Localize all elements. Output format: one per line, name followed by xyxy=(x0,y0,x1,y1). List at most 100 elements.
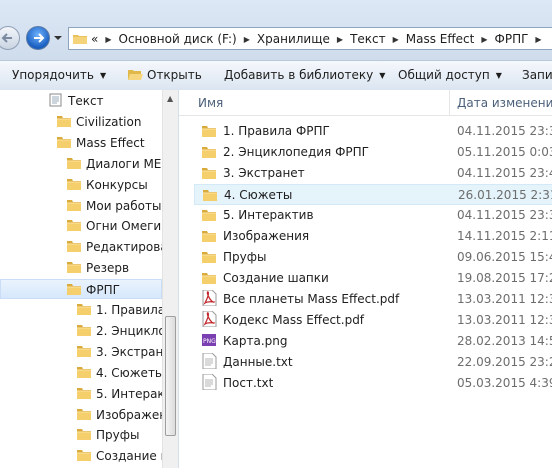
file-row[interactable]: 4. Сюжеты 26.01.2015 2:31 xyxy=(194,184,552,205)
open-button[interactable]: Открыть xyxy=(128,68,202,82)
nav-tree-item[interactable]: Изображени xyxy=(76,405,175,425)
folder-icon xyxy=(76,344,91,357)
nav-tree-item[interactable]: Пруфы xyxy=(76,425,139,445)
file-name-cell: 2. Энциклопедия ФРПГ xyxy=(201,142,369,163)
dropdown-arrow-icon: ▼ xyxy=(495,71,502,80)
folder-icon xyxy=(66,260,81,274)
breadcrumb-item[interactable]: Хранилище xyxy=(257,32,330,46)
file-row[interactable]: Пруфы 09.06.2015 15:40 xyxy=(195,247,552,268)
dropdown-arrow-icon: ▼ xyxy=(379,71,386,80)
back-button[interactable] xyxy=(0,26,20,50)
address-bar[interactable]: « ▶ Основной диск (F:) ▶ Хранилище ▶ Текст ▶ Mas… xyxy=(68,27,552,50)
png-icon: PNG xyxy=(201,332,217,346)
file-date: 22.09.2015 23:24 xyxy=(457,355,552,369)
nav-tree-item[interactable]: Диалоги ME1 xyxy=(66,154,169,174)
file-date: 19.08.2015 17:26 xyxy=(457,271,552,285)
back-arrow-icon xyxy=(1,33,12,43)
folder-icon xyxy=(56,114,71,127)
nav-scrollbar[interactable]: ▲ xyxy=(162,90,178,468)
dropdown-arrow-icon: ▼ xyxy=(99,71,107,80)
file-name-cell: Изображения xyxy=(201,226,309,247)
breadcrumb-separator-icon[interactable]: ▶ xyxy=(535,35,541,44)
nav-tree-item[interactable]: Резерв xyxy=(66,258,129,278)
breadcrumb-separator-icon[interactable]: ▶ xyxy=(337,35,343,44)
column-name-header[interactable]: Имя xyxy=(198,96,223,110)
nav-tree-label: Civilization xyxy=(76,114,142,129)
recent-pages-dropdown-icon[interactable] xyxy=(53,33,63,43)
scrollbar-thumb[interactable] xyxy=(165,316,176,436)
nav-tree-item[interactable]: 2. Энциклоп xyxy=(76,321,174,341)
file-row[interactable]: 2. Энциклопедия ФРПГ 05.11.2015 0:03 xyxy=(195,142,552,163)
file-row[interactable]: Изображения 14.11.2015 2:11 xyxy=(195,226,552,247)
nav-tree-item[interactable]: Мои работы xyxy=(66,196,162,216)
file-row[interactable]: PNG Карта.png 28.02.2013 14:53 xyxy=(195,331,552,352)
folder-icon xyxy=(76,302,91,315)
folder-icon xyxy=(201,271,217,285)
file-name-cell: 1. Правила ФРПГ xyxy=(201,121,330,142)
organize-button[interactable]: Упорядочить ▼ xyxy=(12,68,106,82)
column-date-header[interactable]: Дата изменения xyxy=(457,96,552,110)
folder-icon xyxy=(202,188,218,202)
file-row[interactable]: Все планеты Mass Effect.pdf 13.03.2011 12… xyxy=(195,289,552,310)
folder-icon xyxy=(76,323,91,336)
folder-icon xyxy=(201,250,217,264)
file-name: Создание шапки xyxy=(223,271,329,285)
nav-tree-item[interactable]: Civilization xyxy=(56,112,141,132)
breadcrumb-separator-icon[interactable]: ▶ xyxy=(105,35,111,44)
file-date: 09.06.2015 15:40 xyxy=(457,250,552,264)
nav-tree-item[interactable]: Создание ш xyxy=(76,446,172,466)
folder-icon xyxy=(66,282,81,296)
command-bar: Упорядочить ▼ Открыть Добавить в библиоте… xyxy=(0,60,552,91)
nav-tree-item[interactable]: 4. Сюжеты xyxy=(76,363,164,383)
column-separator[interactable] xyxy=(449,90,450,115)
scroll-up-icon[interactable]: ▲ xyxy=(167,94,173,103)
share-button[interactable]: Общий доступ ▼ xyxy=(398,68,502,82)
file-date: 04.11.2015 23:38 xyxy=(457,208,552,222)
folder-icon xyxy=(56,135,71,148)
file-date: 04.11.2015 23:37 xyxy=(457,124,552,138)
nav-tree-item[interactable]: ФРПГ xyxy=(0,279,162,300)
nav-tree-label: Резерв xyxy=(86,261,130,276)
breadcrumb-item[interactable]: Основной диск (F:) xyxy=(119,32,237,46)
breadcrumb-item[interactable]: ФРПГ xyxy=(495,32,529,46)
forward-button[interactable] xyxy=(26,26,50,50)
nav-tree-item[interactable]: Огни Омеги xyxy=(66,216,161,236)
address-area: « ▶ Основной диск (F:) ▶ Хранилище ▶ Текст ▶ Mas… xyxy=(0,0,552,60)
nav-tree-item[interactable]: Редактирован xyxy=(66,237,176,257)
burn-button[interactable]: Запис xyxy=(522,68,552,82)
file-name-cell: Пост.txt xyxy=(201,373,273,394)
file-name: Кодекс Mass Effect.pdf xyxy=(223,313,365,327)
file-row[interactable]: Пост.txt 05.03.2015 4:39 xyxy=(195,373,552,394)
breadcrumb-separator-icon[interactable]: ▶ xyxy=(393,35,399,44)
nav-tree-label: Пруфы xyxy=(96,428,140,443)
nav-tree-item[interactable]: Текст xyxy=(48,91,104,111)
folder-icon xyxy=(201,124,217,138)
folder-icon xyxy=(76,386,91,399)
nav-tree-item[interactable]: Конкурсы xyxy=(66,175,148,195)
file-row[interactable]: 1. Правила ФРПГ 04.11.2015 23:37 xyxy=(195,121,552,142)
breadcrumb-item[interactable]: Mass Effect xyxy=(406,32,475,46)
open-label: Открыть xyxy=(147,68,202,82)
file-row[interactable]: Создание шапки 19.08.2015 17:26 xyxy=(195,268,552,289)
file-row[interactable]: 5. Интерактив 04.11.2015 23:38 xyxy=(195,205,552,226)
folder-icon xyxy=(66,177,81,190)
file-date: 26.01.2015 2:31 xyxy=(458,188,552,202)
file-date: 28.02.2013 14:53 xyxy=(457,334,552,348)
add-library-label: Добавить в библиотеку xyxy=(224,68,374,82)
file-date: 05.11.2015 0:03 xyxy=(457,145,552,159)
add-to-library-button[interactable]: Добавить в библиотеку ▼ xyxy=(224,68,385,82)
file-name-cell: Пруфы xyxy=(201,247,266,268)
breadcrumb-separator-icon[interactable]: ▶ xyxy=(244,35,250,44)
file-name-cell: Данные.txt xyxy=(201,352,293,373)
breadcrumb-separator-icon[interactable]: ▶ xyxy=(481,35,487,44)
file-name: Все планеты Mass Effect.pdf xyxy=(223,292,400,306)
breadcrumb-item[interactable]: Текст xyxy=(350,32,386,46)
nav-tree-label: Диалоги ME1 xyxy=(86,156,170,171)
folder-icon xyxy=(76,407,91,420)
nav-tree-item[interactable]: Mass Effect xyxy=(56,133,145,153)
breadcrumb-overflow[interactable]: « xyxy=(91,32,98,46)
file-row[interactable]: 3. Экстранет 04.11.2015 23:49 xyxy=(195,163,552,184)
forward-arrow-icon xyxy=(34,33,45,43)
file-row[interactable]: Кодекс Mass Effect.pdf 13.03.2011 12:33 xyxy=(195,310,552,331)
file-row[interactable]: Данные.txt 22.09.2015 23:24 xyxy=(195,352,552,373)
